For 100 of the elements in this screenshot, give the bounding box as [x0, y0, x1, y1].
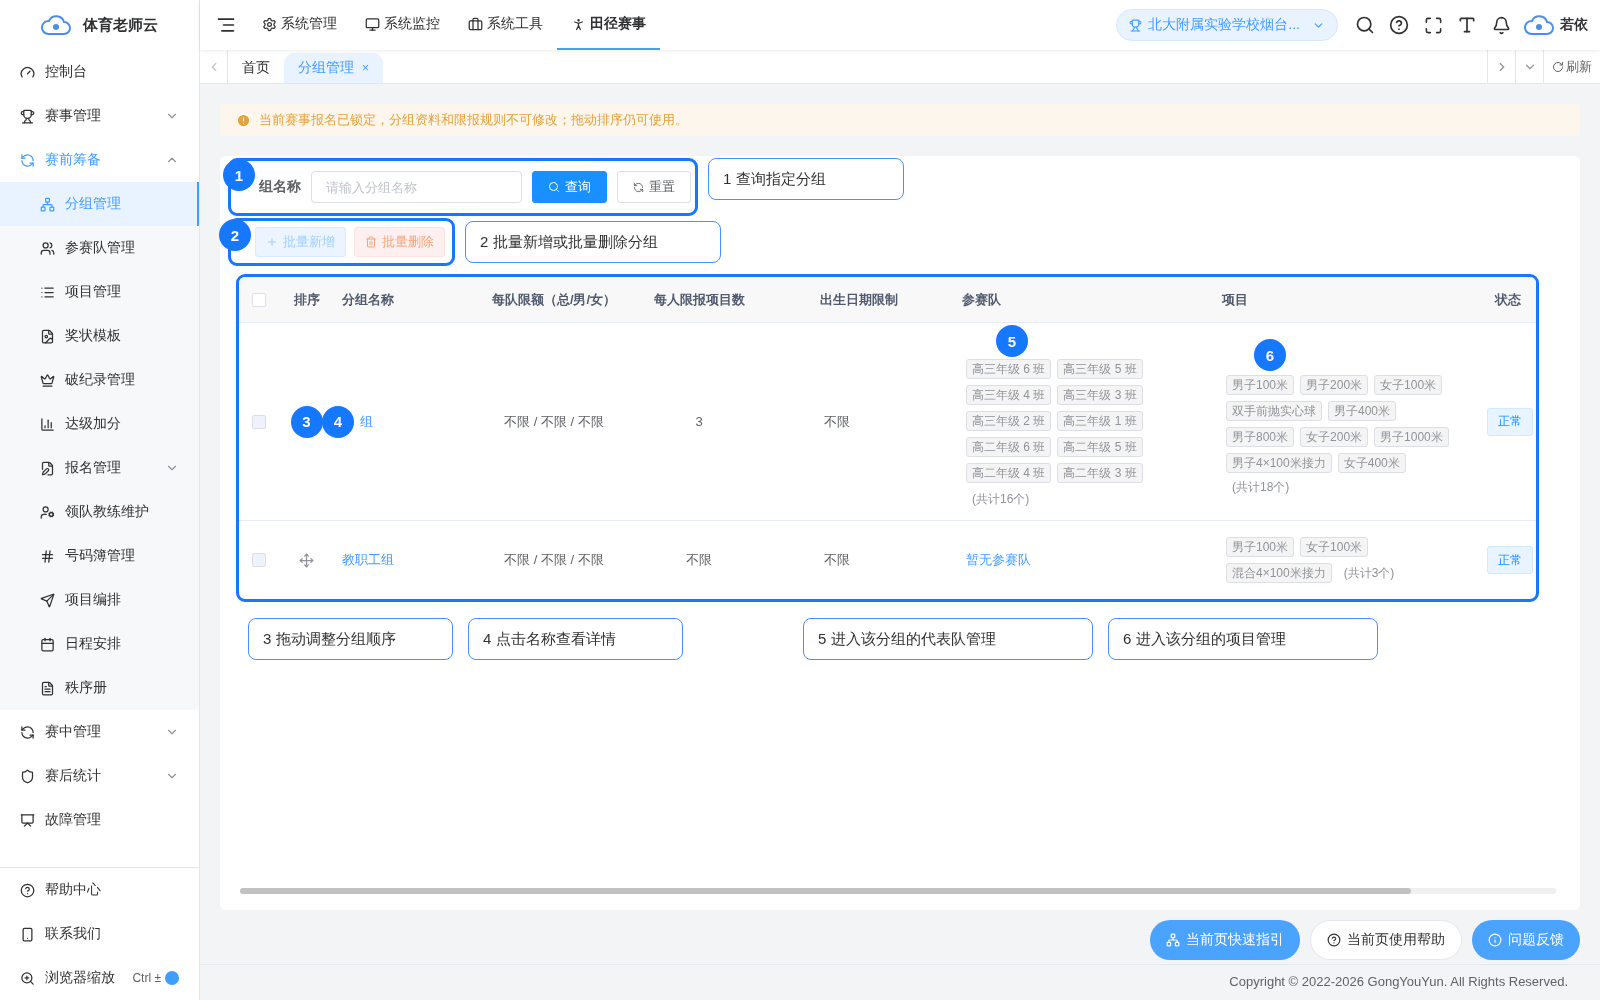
team-tag[interactable]: 高三年级 5 班: [1057, 359, 1143, 379]
page-tab[interactable]: 分组管理 ×: [284, 53, 383, 83]
status-tag: 正常: [1487, 546, 1533, 574]
sidebar-subitem[interactable]: 号码簿管理: [0, 534, 199, 578]
query-button[interactable]: 查询: [532, 171, 607, 203]
guide-callout: 1 查询指定分组: [708, 158, 904, 200]
scrollbar-thumb[interactable]: [240, 888, 1412, 894]
cloud-logo-icon: [1524, 14, 1554, 36]
event-tag[interactable]: 男子400米: [1328, 401, 1397, 421]
sidebar-item[interactable]: 帮助中心: [0, 868, 199, 912]
help-icon: [1327, 933, 1341, 947]
sidebar-subitem[interactable]: 奖状模板: [0, 314, 199, 358]
sidebar-subitem[interactable]: 领队教练维护: [0, 490, 199, 534]
top-nav-item[interactable]: 系统管理: [248, 0, 351, 50]
batch-delete-button[interactable]: 批量删除: [354, 227, 445, 257]
event-tag[interactable]: 女子400米: [1337, 453, 1406, 473]
gear-icon: [262, 16, 277, 32]
search-icon[interactable]: [1355, 15, 1375, 35]
bell-icon[interactable]: [1491, 15, 1511, 35]
team-tag[interactable]: 高三年级 1 班: [1057, 411, 1143, 431]
reset-button[interactable]: 重置: [617, 171, 691, 203]
step-marker: 3: [290, 405, 323, 438]
event-tag[interactable]: 女子100米: [1374, 375, 1443, 395]
user-name[interactable]: 若依: [1560, 16, 1588, 34]
shield-icon: [20, 768, 35, 784]
team-tag[interactable]: 高二年级 4 班: [966, 463, 1052, 483]
sidebar-subitem[interactable]: 参赛队管理: [0, 226, 199, 270]
row-checkbox[interactable]: [252, 553, 266, 567]
event-tag[interactable]: 双手前抛实心球: [1226, 401, 1322, 421]
hierarchy-icon: [40, 196, 55, 212]
team-tag[interactable]: 高二年级 5 班: [1057, 437, 1143, 457]
sidebar-subitem[interactable]: 秩序册: [0, 666, 199, 710]
help-button[interactable]: 当前页使用帮助: [1310, 920, 1462, 960]
team-tag[interactable]: 高二年级 6 班: [966, 437, 1052, 457]
group-name-input[interactable]: 请输入分组名称: [310, 171, 522, 203]
event-tag[interactable]: 女子200米: [1300, 427, 1369, 447]
sidebar-subitem[interactable]: 日程安排: [0, 622, 199, 666]
close-icon[interactable]: ×: [362, 61, 369, 75]
sidebar-subitem[interactable]: 项目管理: [0, 270, 199, 314]
quota-text: 不限 / 不限 / 不限: [504, 551, 604, 569]
guide-callout: 2 批量新增或批量删除分组: [465, 221, 721, 263]
team-tag[interactable]: 高三年级 3 班: [1057, 385, 1143, 405]
sidebar-subitem[interactable]: 项目编排: [0, 578, 199, 622]
event-tag[interactable]: 男子1000米: [1374, 427, 1449, 447]
select-all-checkbox[interactable]: [252, 292, 266, 307]
page-tab[interactable]: 首页: [228, 53, 284, 83]
birth-limit-text: 不限: [824, 551, 850, 569]
warning-icon: [236, 112, 251, 128]
sidebar-item[interactable]: 赛事管理: [0, 94, 199, 138]
batch-add-button[interactable]: 批量新增: [255, 227, 346, 257]
event-tag[interactable]: 混合4×100米接力: [1226, 563, 1332, 583]
sidebar-subitem[interactable]: 分组管理: [0, 182, 199, 226]
event-tag[interactable]: 男子4×100米接力: [1226, 453, 1332, 473]
sidebar-item[interactable]: 赛前筹备: [0, 138, 199, 182]
help-button[interactable]: 当前页快速指引: [1150, 920, 1300, 960]
help-badge-icon: [165, 971, 179, 985]
status-tag: 正常: [1487, 407, 1533, 436]
phone-icon: [20, 926, 35, 942]
row-checkbox[interactable]: [252, 414, 266, 429]
sidebar-item[interactable]: 故障管理: [0, 798, 199, 842]
sidebar-subitem[interactable]: 报名管理: [0, 446, 199, 490]
drag-handle-icon[interactable]: [299, 552, 314, 568]
sidebar-item[interactable]: 浏览器缩放 Ctrl ±: [0, 956, 199, 1000]
help-button[interactable]: 问题反馈: [1472, 920, 1580, 960]
gauge-icon: [20, 64, 35, 80]
sidebar-item[interactable]: 控制台: [0, 50, 199, 94]
event-tag[interactable]: 女子100米: [1300, 537, 1369, 557]
event-tag[interactable]: 男子200米: [1300, 375, 1369, 395]
paper-plane-icon: [40, 592, 55, 608]
team-tag[interactable]: 高三年级 2 班: [966, 411, 1052, 431]
step-marker: 1: [223, 159, 255, 191]
fullscreen-icon[interactable]: [1423, 15, 1443, 35]
sidebar-item[interactable]: 赛中管理: [0, 710, 199, 754]
top-nav-item[interactable]: 系统监控: [351, 0, 454, 50]
event-tag[interactable]: 男子100米: [1226, 537, 1295, 557]
event-tag[interactable]: 男子100米: [1226, 375, 1295, 395]
school-select[interactable]: 北大附属实验学校烟台...: [1116, 9, 1338, 41]
event-tag[interactable]: 男子800米: [1226, 427, 1295, 447]
team-tag[interactable]: 高三年级 4 班: [966, 385, 1052, 405]
sidebar-subitem[interactable]: 达级加分: [0, 402, 199, 446]
menu-icon[interactable]: [216, 15, 236, 35]
column-header: 项目: [1222, 290, 1248, 309]
guide-callout: 6 进入该分组的项目管理: [1108, 618, 1378, 660]
group-name-link[interactable]: 教职工组: [342, 551, 394, 569]
group-name-link[interactable]: 组: [360, 412, 373, 431]
bar-chart-icon: [40, 416, 55, 432]
search-icon: [548, 181, 560, 193]
sidebar-subitem[interactable]: 破纪录管理: [0, 358, 199, 402]
refresh-button[interactable]: 刷新: [1543, 50, 1600, 83]
no-team-link[interactable]: 暂无参赛队: [966, 551, 1031, 569]
team-tag[interactable]: 高三年级 6 班: [966, 359, 1052, 379]
hash-icon: [40, 548, 55, 564]
team-tag[interactable]: 高二年级 3 班: [1057, 463, 1143, 483]
column-header: 出生日期限制: [820, 290, 898, 309]
font-size-icon[interactable]: [1457, 15, 1477, 35]
top-nav-item[interactable]: 系统工具: [454, 0, 557, 50]
sidebar-item[interactable]: 赛后统计: [0, 754, 199, 798]
sidebar-item[interactable]: 联系我们: [0, 912, 199, 956]
help-icon[interactable]: [1389, 15, 1409, 35]
event-count: (共计18个): [1231, 479, 1291, 496]
